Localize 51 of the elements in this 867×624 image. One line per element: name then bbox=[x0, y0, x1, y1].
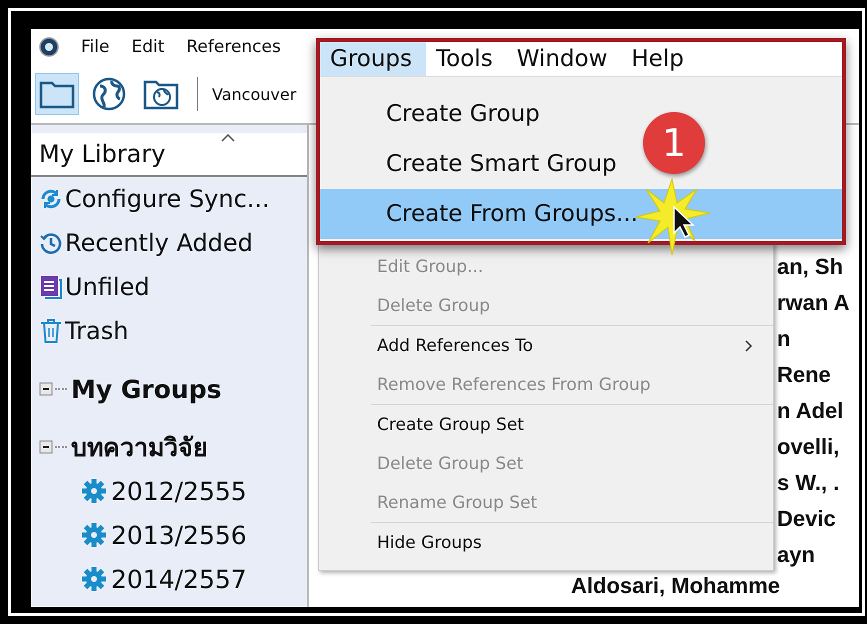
collapse-icon[interactable] bbox=[39, 382, 53, 396]
clock-icon bbox=[39, 231, 63, 255]
reference-author: Devic bbox=[777, 506, 836, 532]
menu-option[interactable]: Add References To bbox=[319, 326, 773, 365]
toolbar-button[interactable] bbox=[35, 73, 79, 115]
menu-option[interactable]: Hide Groups bbox=[319, 523, 773, 562]
menu-item[interactable]: References bbox=[186, 37, 281, 57]
output-style-label[interactable]: Vancouver bbox=[212, 84, 296, 104]
reference-author: n Adel bbox=[777, 398, 844, 424]
library-header: My Library bbox=[39, 140, 166, 168]
gear-icon bbox=[81, 566, 107, 592]
menu-item[interactable]: Window bbox=[506, 42, 622, 76]
sidebar-item[interactable]: Trash bbox=[65, 317, 128, 345]
reference-author: rwan A bbox=[777, 290, 850, 316]
reference-author: an, Sh bbox=[777, 254, 844, 280]
reference-author: Aldosari, Mohamme bbox=[571, 573, 780, 599]
chevron-right-icon bbox=[745, 340, 753, 352]
folder-globe-icon bbox=[143, 78, 179, 110]
globe-icon bbox=[92, 77, 126, 111]
reference-author: ovelli, bbox=[777, 434, 840, 460]
menu-item[interactable]: Tools bbox=[426, 42, 507, 76]
step-badge: 1 bbox=[643, 112, 705, 174]
reference-author: n bbox=[777, 326, 790, 352]
group-item[interactable]: 2013/2556 bbox=[111, 520, 247, 550]
collapse-icon[interactable] bbox=[39, 440, 53, 454]
menu-item[interactable]: Help bbox=[621, 42, 698, 76]
gear-icon bbox=[81, 522, 107, 548]
reference-author: Rene bbox=[777, 362, 831, 388]
sync-icon bbox=[39, 187, 63, 211]
menu-option[interactable]: Create Smart Group bbox=[320, 139, 625, 189]
app-logo-icon bbox=[39, 37, 59, 57]
sidebar-item[interactable]: Recently Added bbox=[65, 229, 253, 257]
sort-caret-icon bbox=[221, 134, 235, 142]
menu-item[interactable]: Edit bbox=[131, 37, 164, 57]
group-item[interactable]: 2014/2557 bbox=[111, 564, 247, 594]
folder-icon bbox=[39, 79, 75, 109]
menu-option[interactable]: Create From Groups... bbox=[320, 189, 842, 239]
reference-author: s W., . bbox=[777, 470, 840, 496]
trash-icon bbox=[39, 318, 63, 344]
gear-icon bbox=[81, 478, 107, 504]
group-set-item[interactable]: My Groups bbox=[71, 374, 222, 404]
group-item[interactable]: 2012/2555 bbox=[111, 476, 247, 506]
sidebar-item[interactable]: Configure Sync... bbox=[65, 185, 270, 213]
menu-item[interactable]: File bbox=[81, 37, 110, 57]
reference-author: ayn bbox=[777, 542, 815, 568]
sidebar-item[interactable]: Unfiled bbox=[65, 273, 150, 301]
menu-option[interactable]: Create Group bbox=[320, 89, 548, 139]
group-set-item[interactable]: บทความวิจัย bbox=[71, 427, 208, 467]
document-icon bbox=[39, 274, 63, 300]
menu-option[interactable]: Create Group Set bbox=[319, 405, 773, 444]
menu-item[interactable]: Groups bbox=[320, 42, 426, 76]
